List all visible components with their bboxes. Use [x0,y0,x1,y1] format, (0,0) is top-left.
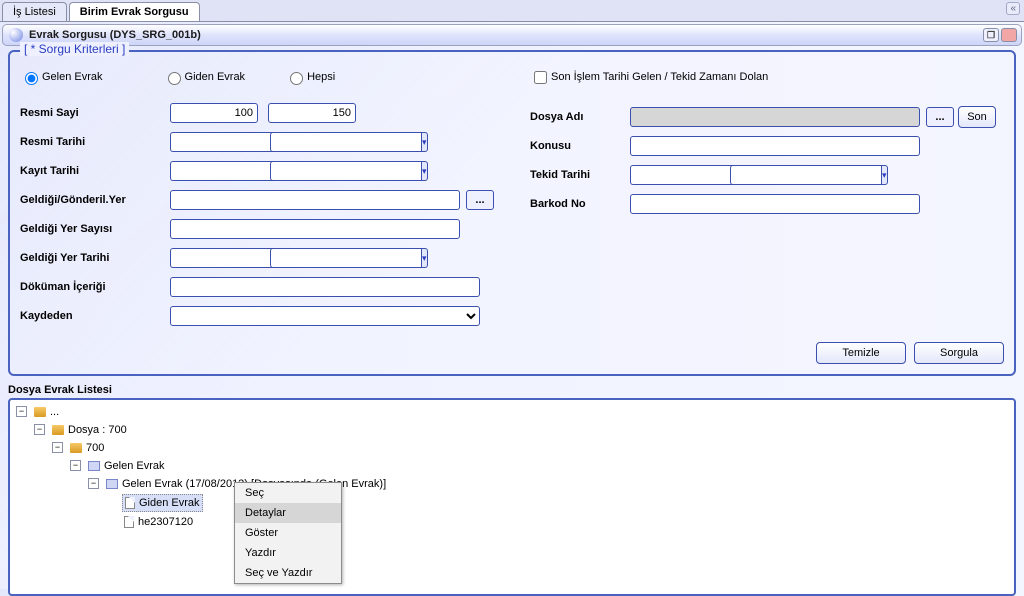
menu-item-sec-ve-yazdir[interactable]: Seç ve Yazdır [235,563,341,583]
criteria-right-column: Son İşlem Tarihi Gelen / Tekid Zamanı Do… [530,66,1004,334]
label-tekid-tarihi: Tekid Tarihi [530,169,630,181]
tree-node-gelen-evrak[interactable]: Gelen Evrak [86,458,167,474]
label-kaydeden: Kaydeden [20,310,170,322]
expand-toggle[interactable]: − [52,442,63,453]
input-geldigi-yer-sayisi[interactable] [170,219,460,239]
temizle-button[interactable]: Temizle [816,342,906,364]
label-dokuman-icerigi: Döküman İçeriği [20,281,170,293]
select-kaydeden[interactable] [170,306,480,326]
file-icon [124,516,134,528]
radio-input-hepsi[interactable] [290,72,303,85]
browse-geldigi-button[interactable]: ... [466,190,494,210]
criteria-fieldset: [ * Sorgu Kriterleri ] Gelen Evrak Giden… [8,50,1016,376]
label-geldigi-yer-tarihi: Geldiği Yer Tarihi [20,252,170,264]
tree-section-title: Dosya Evrak Listesi [8,384,1016,396]
radio-gelen-evrak[interactable]: Gelen Evrak [20,69,103,85]
criteria-left-column: Gelen Evrak Giden Evrak Hepsi Resmi Sayi… [20,66,500,334]
layer-icon [106,479,118,489]
radio-label: Giden Evrak [185,71,246,83]
radio-giden-evrak[interactable]: Giden Evrak [163,69,246,85]
label-barkod-no: Barkod No [530,198,630,210]
input-resmi-tarihi-to[interactable] [270,132,421,152]
label-geldigi-gonderil: Geldiği/Gönderil.Yer [20,194,170,206]
input-resmi-sayi-from[interactable] [170,103,258,123]
dropdown-icon[interactable]: ▾ [881,165,888,185]
file-icon [125,497,135,509]
tab-label: İş Listesi [13,6,56,18]
tree-node-dosya700[interactable]: Dosya : 700 [50,422,129,438]
menu-item-sec[interactable]: Seç [235,483,341,503]
inner-window-title-bar: Evrak Sorgusu (DYS_SRG_001b) ❐ [2,24,1022,46]
fieldset-legend: [ * Sorgu Kriterleri ] [20,42,129,56]
radio-input-gelen[interactable] [25,72,38,85]
folder-icon [34,407,46,417]
browse-dosya-button[interactable]: ... [926,107,954,127]
tree-node-label: Giden Evrak [139,495,200,511]
sorgula-button[interactable]: Sorgula [914,342,1004,364]
folder-icon [70,443,82,453]
layer-icon [88,461,100,471]
tab-bar: İş Listesi Birim Evrak Sorgusu « [0,0,1024,22]
tree-node-label: Gelen Evrak [104,458,165,474]
expand-toggle[interactable]: − [34,424,45,435]
expand-toggle[interactable]: − [70,460,81,471]
checkbox-input-son-islem[interactable] [534,71,547,84]
checkbox-son-islem[interactable]: Son İşlem Tarihi Gelen / Tekid Zamanı Do… [530,68,768,87]
input-dosya-adi [630,107,920,127]
tab-label: Birim Evrak Sorgusu [80,6,189,18]
tree-view[interactable]: − ... − Dosya : 700 − 700 − [8,398,1016,596]
radio-label: Hepsi [307,71,335,83]
menu-item-yazdir[interactable]: Yazdır [235,543,341,563]
dropdown-icon[interactable]: ▾ [421,132,428,152]
folder-icon [52,425,64,435]
input-geldigi-gonderil[interactable] [170,190,460,210]
tree-node-700[interactable]: 700 [68,440,106,456]
input-konusu[interactable] [630,136,920,156]
label-dosya-adi: Dosya Adı [530,111,630,123]
tree-node-label: he2307120 [138,514,193,530]
menu-item-goster[interactable]: Göster [235,523,341,543]
radio-label: Gelen Evrak [42,71,103,83]
input-barkod-no[interactable] [630,194,920,214]
label-geldigi-yer-sayisi: Geldiği Yer Sayısı [20,223,170,235]
tree-leaf-he-file[interactable]: he2307120 [122,514,195,530]
tab-birim-evrak[interactable]: Birim Evrak Sorgusu [69,2,200,21]
expand-toggle[interactable]: − [16,406,27,417]
menu-item-detaylar[interactable]: Detaylar [235,503,341,523]
tree-root-node[interactable]: ... [32,404,61,420]
tab-scroll-left[interactable]: « [1006,2,1020,15]
label-konusu: Konusu [530,140,630,152]
input-resmi-sayi-to[interactable] [268,103,356,123]
son-button[interactable]: Son [958,106,996,128]
expand-toggle[interactable]: − [88,478,99,489]
context-menu: Seç Detaylar Göster Yazdır Seç ve Yazdır [234,482,342,584]
input-dokuman-icerigi[interactable] [170,277,480,297]
tree-leaf-giden-evrak[interactable]: Giden Evrak [122,494,203,512]
window-icon [9,28,23,42]
dropdown-icon[interactable]: ▾ [421,161,428,181]
tab-is-listesi[interactable]: İş Listesi [2,2,67,21]
action-button-bar: Temizle Sorgula [20,342,1004,364]
input-kayit-tarihi-to[interactable] [270,161,421,181]
window-title: Evrak Sorgusu (DYS_SRG_001b) [29,29,201,41]
input-geldigi-yer-tarihi-to[interactable] [270,248,421,268]
label-resmi-tarihi: Resmi Tarihi [20,136,170,148]
checkbox-label: Son İşlem Tarihi Gelen / Tekid Zamanı Do… [551,71,768,83]
window-close-button[interactable] [1001,28,1017,42]
radio-hepsi[interactable]: Hepsi [285,69,335,85]
dropdown-icon[interactable]: ▾ [421,248,428,268]
tree-node-label: ... [50,404,59,420]
window-maximize-button[interactable]: ❐ [983,28,999,42]
label-kayit-tarihi: Kayıt Tarihi [20,165,170,177]
tree-node-label: 700 [86,440,104,456]
radio-input-giden[interactable] [168,72,181,85]
label-resmi-sayi: Resmi Sayi [20,107,170,119]
input-tekid-tarihi-to[interactable] [730,165,881,185]
tree-node-label: Dosya : 700 [68,422,127,438]
